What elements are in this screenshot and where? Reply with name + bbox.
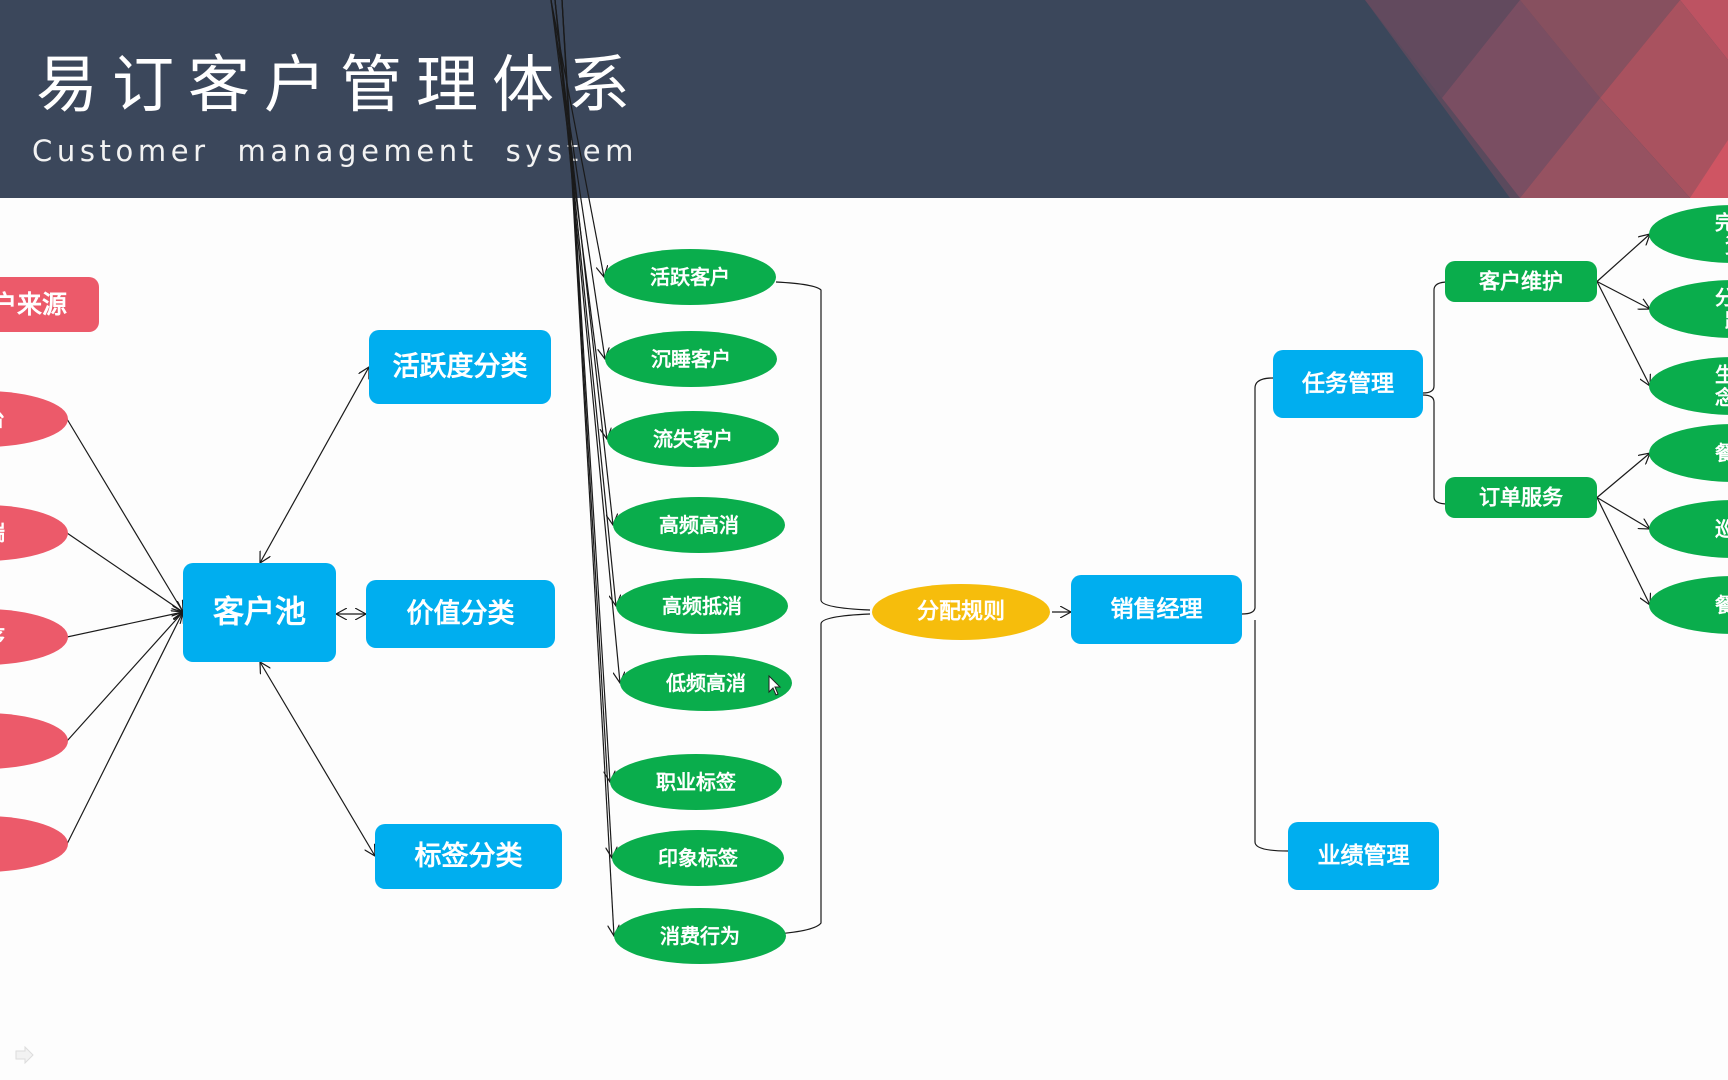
pool-category-arrow [260,367,369,563]
task-item-node-label: 念日 [1715,386,1728,410]
segment-node-label: 沉睡客户 [651,347,731,371]
task-management-node[interactable]: 任务管理 [1273,350,1423,418]
segment-node-label: 消费行为 [660,924,740,948]
task-group-node[interactable]: 客户维护 [1445,261,1597,302]
segment-node-label: 活跃客户 [650,265,730,289]
source-to-pool-arrow [66,612,183,742]
group-item-arrow [1596,234,1650,282]
mouse-pointer-icon [768,674,782,701]
segment-node-label: 流失客户 [653,427,733,451]
source-heading-label: 户来源 [0,290,67,319]
bracket-manager-perf [1254,620,1289,852]
task-item-node[interactable]: 餐前 [1649,424,1728,482]
segment-node-label: 高频抵消 [662,594,742,618]
segment-node[interactable]: 印象标签 [612,830,784,886]
category-segment-arrow [550,0,605,359]
task-group-node[interactable]: 订单服务 [1445,477,1597,518]
task-item-node[interactable]: 餐后 [1649,576,1728,634]
task-item-node[interactable]: 生日念日 [1649,357,1728,415]
source-node[interactable]: 订台 [0,391,68,447]
source-node-shape [0,505,68,561]
source-node-shape [0,816,68,872]
segment-node[interactable]: 沉睡客户 [605,331,777,387]
task-item-node-label: 巡台 [1715,517,1728,541]
task-item-node[interactable]: 巡台 [1649,500,1728,558]
task-group-node-label: 订单服务 [1479,486,1564,510]
task-item-node[interactable]: 完善资 [1649,205,1728,263]
segment-node[interactable]: 流失客户 [607,411,779,467]
category-segment-arrow [554,0,620,683]
performance-management-node[interactable]: 业绩管理 [1288,822,1439,890]
source-to-pool-arrow [66,418,183,612]
source-node-label: 订台 [0,407,5,431]
allocation-rule-node[interactable]: 分配规则 [872,584,1050,640]
task-item-node-label: 完善 [1715,211,1728,235]
category-node[interactable]: 活跃度分类 [369,330,551,404]
segment-node[interactable]: 高频抵消 [616,578,788,634]
bracket-task-group-bottom [1422,394,1449,505]
group-item-arrow [1596,280,1650,310]
category-node[interactable]: 标签分类 [375,824,562,889]
category-node[interactable]: 价值分类 [366,580,555,648]
source-node[interactable]: 他 [0,816,68,872]
source-node-shape [0,609,68,665]
bracket-bottom [775,613,871,935]
diagram-nodes: 户来源订台机端程序拓他 客户池 活跃度分类 活跃客户沉睡客户流失客户价值分类 高频高消高… [0,205,1728,964]
task-group-node-label: 客户维护 [1479,270,1563,294]
sales-manager-node[interactable]: 销售经理 [1071,575,1242,644]
segment-node-label: 低频高消 [665,671,746,695]
bracket-task-group-top [1422,281,1449,394]
segment-node-label: 印象标签 [658,846,739,870]
category-node-label: 活跃度分类 [393,351,528,383]
group-item-arrow [1596,281,1650,387]
source-to-pool-arrow [66,612,183,638]
source-node[interactable]: 机端 [0,505,68,561]
source-to-pool-arrow [66,612,183,845]
customer-pool-node[interactable]: 客户池 [183,563,336,662]
group-item-arrow [1596,453,1650,498]
next-arrow-icon[interactable] [14,1045,36,1068]
segment-node-label: 职业标签 [656,770,737,794]
sales-manager-node-label: 销售经理 [1111,596,1203,623]
task-item-node-label: 餐前 [1715,441,1728,465]
task-management-node-label: 任务管理 [1301,370,1394,397]
source-node[interactable]: 程序 [0,609,68,665]
source-node-label: 机端 [0,521,5,545]
segment-node[interactable]: 高频高消 [613,497,785,553]
customer-management-diagram: 户来源订台机端程序拓他 客户池 活跃度分类 活跃客户沉睡客户流失客户价值分类 高频高消高… [0,0,1728,964]
source-node-label: 程序 [0,625,5,649]
pool-category-arrow [260,662,375,856]
performance-management-node-label: 业绩管理 [1318,842,1410,869]
source-node-shape [0,391,68,447]
task-item-node-label: 分配 [1715,286,1728,310]
category-node-label: 价值分类 [407,599,515,630]
segment-node[interactable]: 职业标签 [610,754,782,810]
segment-node[interactable]: 活跃客户 [604,249,776,305]
connector-lines [66,0,1650,936]
source-heading[interactable]: 户来源 [0,277,99,332]
bracket-top [775,281,871,611]
category-segment-arrow [554,0,613,525]
task-item-node[interactable]: 分配跟 [1649,280,1728,338]
task-item-node-label: 餐后 [1715,593,1728,617]
customer-pool-node-label: 客户池 [213,595,306,631]
allocation-rule-node-label: 分配规则 [917,600,1005,625]
segment-node-label: 高频高消 [659,513,739,537]
segment-node[interactable]: 消费行为 [614,908,786,964]
category-node-label: 标签分类 [415,840,523,872]
source-node-shape [0,713,68,769]
segment-node[interactable]: 低频高消 [620,655,792,711]
source-to-pool-arrow [66,532,183,612]
source-node[interactable]: 拓 [0,713,68,769]
bracket-manager-task [1241,377,1274,615]
task-item-node-label: 生日 [1715,363,1728,387]
